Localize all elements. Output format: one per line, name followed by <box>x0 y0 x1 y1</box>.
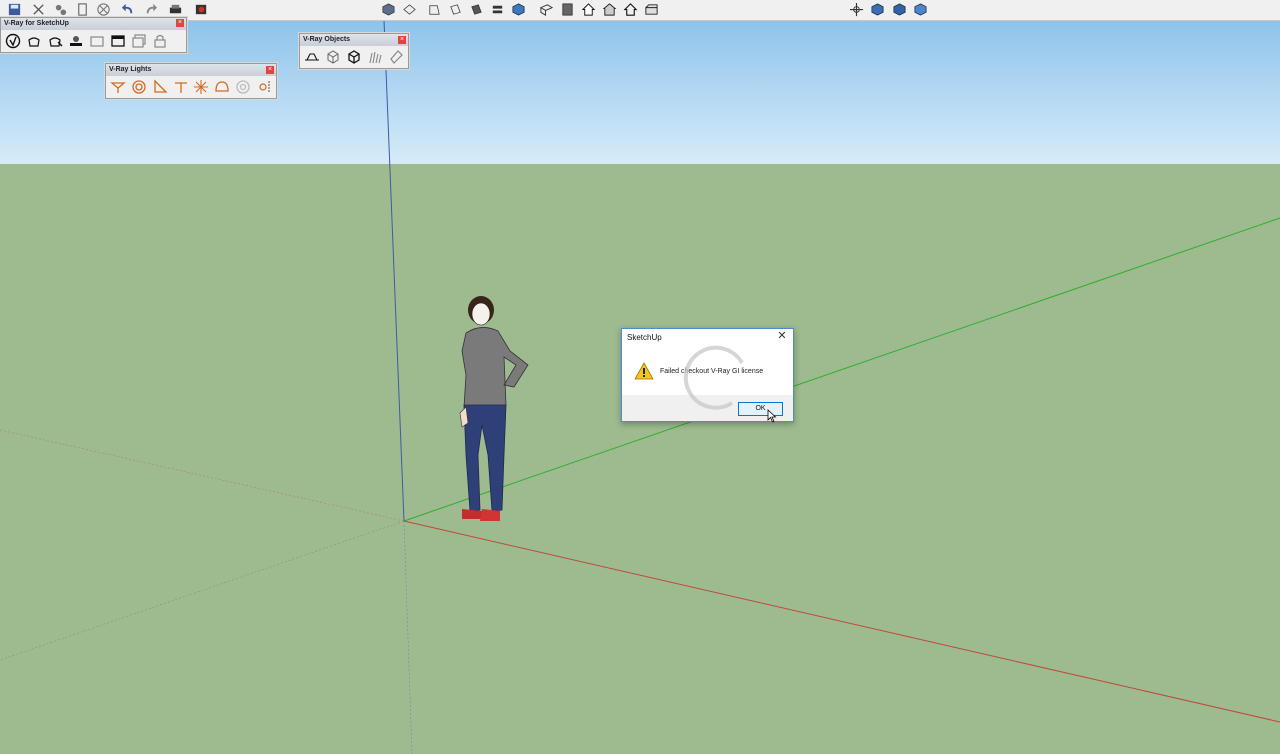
vray-lights-toolbar-title: V-Ray Lights <box>106 64 276 76</box>
close-icon[interactable]: × <box>398 36 406 44</box>
cube-icon[interactable] <box>345 48 363 66</box>
plane-light-icon[interactable] <box>109 78 127 96</box>
erase-icon[interactable] <box>95 1 112 18</box>
house-front-icon[interactable] <box>622 1 639 18</box>
lock-icon[interactable] <box>151 32 169 50</box>
render-icon[interactable] <box>193 1 210 18</box>
vray-objects-toolbar: V-Ray Objects × <box>299 33 409 69</box>
undo-icon[interactable] <box>120 1 137 18</box>
interactive-render-icon[interactable] <box>46 32 64 50</box>
vray-main-toolbar-title: V-Ray for SketchUp <box>1 18 186 30</box>
vray-objects-toolbar-title: V-Ray Objects <box>300 34 408 46</box>
infinite-plane-icon[interactable] <box>303 48 321 66</box>
right-view-icon[interactable] <box>447 1 464 18</box>
sphere-light-icon[interactable] <box>130 78 148 96</box>
proxy-icon[interactable] <box>324 48 342 66</box>
left-view-icon[interactable] <box>489 1 506 18</box>
cut-icon[interactable] <box>30 1 47 18</box>
close-icon[interactable]: × <box>176 19 184 27</box>
vray-lights-toolbar: V-Ray Lights × <box>105 63 277 99</box>
hidden-line-icon[interactable] <box>559 1 576 18</box>
dome-light-icon[interactable] <box>213 78 231 96</box>
ground-plane <box>0 164 1280 754</box>
pan-icon[interactable] <box>869 1 886 18</box>
xray-style-icon[interactable] <box>510 1 527 18</box>
shaded-style-icon[interactable] <box>580 1 597 18</box>
omni-light-icon[interactable] <box>193 78 211 96</box>
spot-light-icon[interactable] <box>151 78 169 96</box>
window-icon[interactable] <box>109 32 127 50</box>
loading-spinner-icon <box>683 345 744 410</box>
mesh-light-icon[interactable] <box>234 78 252 96</box>
warning-icon <box>634 362 654 380</box>
light-gen-icon[interactable] <box>255 78 273 96</box>
orbit-icon[interactable] <box>848 1 865 18</box>
paint-icon[interactable] <box>52 1 69 18</box>
options-icon[interactable] <box>88 32 106 50</box>
clipboard-icon[interactable] <box>74 1 91 18</box>
zoom-window-icon[interactable] <box>912 1 929 18</box>
clipper-icon[interactable] <box>387 48 405 66</box>
render-check-icon[interactable] <box>4 32 22 50</box>
redo-icon[interactable] <box>142 1 159 18</box>
close-icon[interactable]: × <box>266 66 274 74</box>
textured-style-icon[interactable] <box>601 1 618 18</box>
iso-view-icon[interactable] <box>380 1 397 18</box>
back-view-icon[interactable] <box>468 1 485 18</box>
front-view-icon[interactable] <box>426 1 443 18</box>
main-toolbar <box>0 0 1280 21</box>
error-dialog: SketchUp ✕ Failed checkout V-Ray GI lice… <box>621 328 794 423</box>
vray-main-toolbar: V-Ray for SketchUp × <box>0 17 187 53</box>
window-stack-icon[interactable] <box>130 32 148 50</box>
mouse-cursor-icon <box>767 409 777 423</box>
save-icon[interactable] <box>6 1 23 18</box>
house-side-icon[interactable] <box>643 1 660 18</box>
top-view-icon[interactable] <box>401 1 418 18</box>
fur-icon[interactable] <box>366 48 384 66</box>
teapot-icon[interactable] <box>25 32 43 50</box>
frame-buffer-icon[interactable] <box>67 32 85 50</box>
zoom-icon[interactable] <box>891 1 908 18</box>
print-icon[interactable] <box>167 1 184 18</box>
close-icon[interactable]: ✕ <box>776 329 788 342</box>
ies-light-icon[interactable] <box>172 78 190 96</box>
wireframe-style-icon[interactable] <box>538 1 555 18</box>
